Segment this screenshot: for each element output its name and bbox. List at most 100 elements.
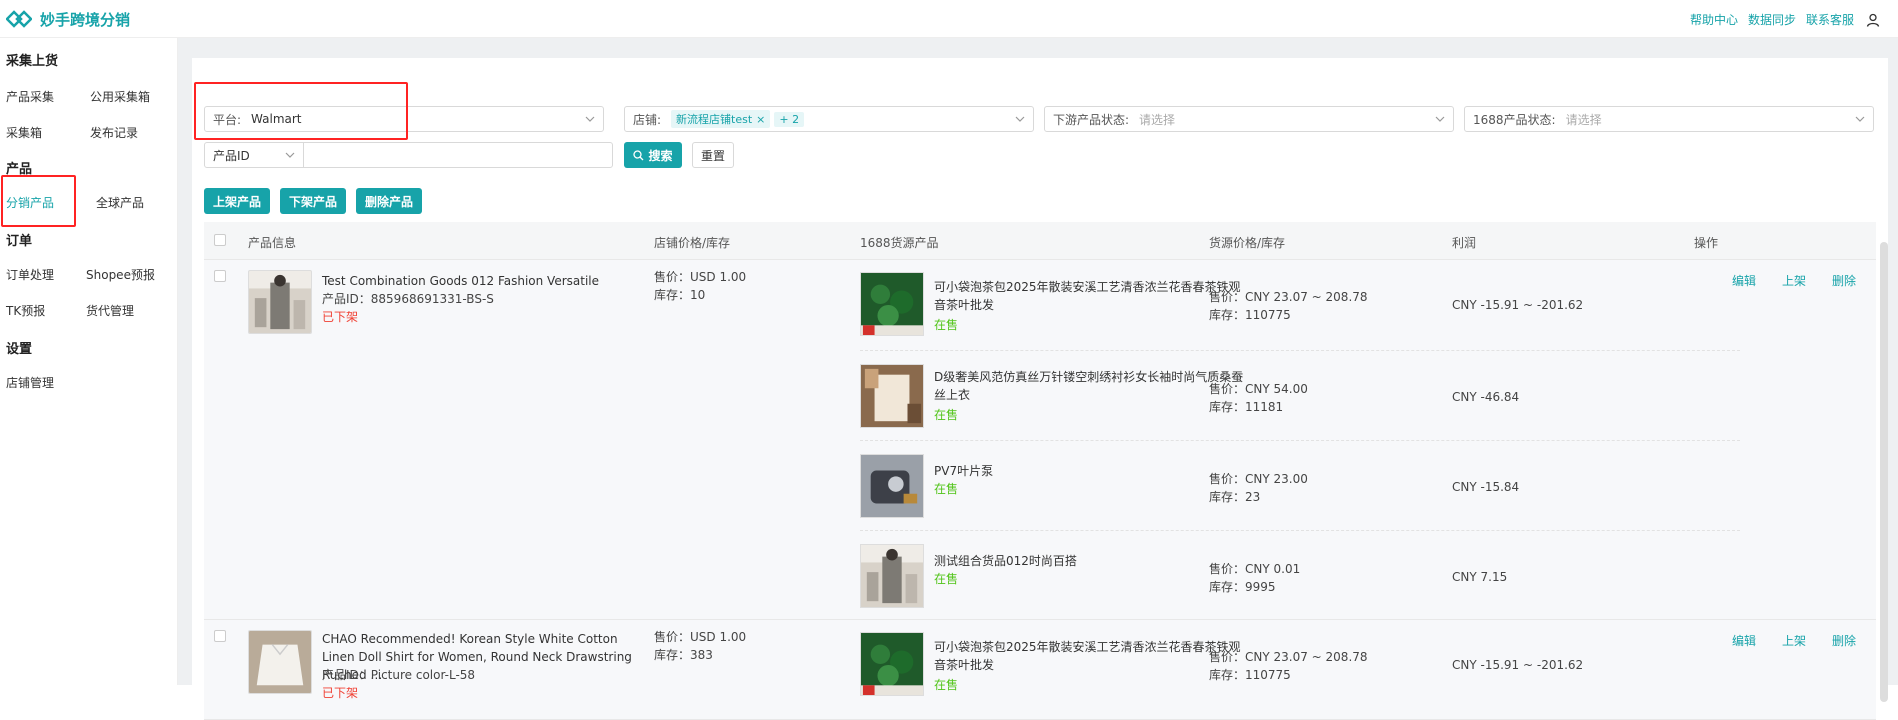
source-stock: 库存：9995 (1209, 580, 1276, 594)
downstream-status-placeholder: 请选择 (1139, 112, 1176, 127)
source-item: 可小袋泡茶包2025年散装安溪工艺清香浓兰花香春茶铁观音茶叶批发 在售 售价：C… (204, 260, 1876, 350)
help-center-link[interactable]: 帮助中心 (1690, 11, 1738, 28)
id-type-value: 产品ID (213, 148, 250, 163)
source-status: 在售 (934, 482, 959, 496)
search-button[interactable]: 搜索 (624, 142, 682, 168)
reset-button[interactable]: 重置 (692, 142, 734, 168)
sidebar-item-collect-box[interactable]: 采集箱 (6, 124, 42, 141)
list-button[interactable]: 上架 (1782, 632, 1806, 649)
source-item: 测试组合货品012时尚百搭 在售 售价：CNY 0.01 库存：9995 CNY… (204, 530, 1876, 620)
close-icon[interactable]: × (756, 113, 765, 126)
main-content: 平台: Walmart 店铺: 新流程店铺test × + 2 下游产品状态: 请… (178, 38, 1898, 720)
source-price: 售价：CNY 23.07 ~ 208.78 (1209, 650, 1368, 664)
header-product-info: 产品信息 (248, 236, 297, 250)
source-stock: 库存：23 (1209, 490, 1261, 504)
store-label: 店铺: (633, 112, 662, 127)
section-title-orders: 订单 (6, 234, 33, 249)
source-title[interactable]: 测试组合货品012时尚百搭 (934, 552, 1244, 570)
source-profit: CNY 7.15 (1452, 570, 1508, 584)
chevron-down-icon (1435, 116, 1445, 122)
source-profit: CNY -15.84 (1452, 480, 1520, 494)
table-header: 产品信息 店铺价格/库存 1688货源产品 货源价格/库存 利润 操作 (204, 222, 1876, 260)
delete-button[interactable]: 删除 (1832, 272, 1856, 289)
chevron-down-icon (585, 116, 595, 122)
source-item: 可小袋泡茶包2025年散装安溪工艺清香浓兰花香春茶铁观音茶叶批发 在售 售价：C… (204, 620, 1876, 710)
source-image (860, 272, 924, 336)
vertical-scrollbar[interactable] (1880, 242, 1888, 702)
source-price-stock: 售价：CNY 23.07 ~ 208.78 库存：110775 (1209, 288, 1368, 324)
source-image (860, 454, 924, 518)
data-sync-link[interactable]: 数据同步 (1748, 11, 1796, 28)
sidebar-item-order-processing[interactable]: 订单处理 (6, 266, 54, 283)
edit-button[interactable]: 编辑 (1732, 272, 1756, 289)
platform-select[interactable]: 平台: Walmart (204, 106, 604, 132)
sidebar-item-product-collect[interactable]: 产品采集 (6, 88, 54, 105)
header-1688-source: 1688货源产品 (860, 236, 939, 250)
sidebar-item-tk-forecast[interactable]: TK预报 (6, 302, 45, 319)
store-select[interactable]: 店铺: 新流程店铺test × + 2 (624, 106, 1034, 132)
source-item: D级奢美风范仿真丝万针镂空刺绣衬衫女长袖时尚气质桑蚕丝上衣 在售 售价：CNY … (204, 350, 1876, 440)
source-stock: 库存：110775 (1209, 308, 1291, 322)
list-products-button[interactable]: 上架产品 (204, 188, 270, 214)
source-price-stock: 售价：CNY 54.00 库存：11181 (1209, 380, 1308, 416)
platform-label: 平台: (213, 112, 242, 127)
sidebar-item-store-management[interactable]: 店铺管理 (6, 374, 54, 391)
app-logo[interactable]: 妙手跨境分销 (6, 8, 130, 30)
top-bar: 妙手跨境分销 帮助中心 数据同步 联系客服 (0, 0, 1898, 38)
source-price-stock: 售价：CNY 0.01 库存：9995 (1209, 560, 1300, 596)
id-type-select[interactable]: 产品ID (204, 142, 304, 168)
section-title-settings: 设置 (6, 342, 33, 357)
sidebar-item-public-collect-box[interactable]: 公用采集箱 (90, 88, 150, 105)
delete-button[interactable]: 删除 (1832, 632, 1856, 649)
source-status: 在售 (934, 318, 959, 332)
source-price: 售价：CNY 23.00 (1209, 472, 1308, 486)
sidebar-item-forwarder-management[interactable]: 货代管理 (86, 302, 134, 319)
sidebar: 采集上货 产品采集 公用采集箱 采集箱 发布记录 产品 分销产品 全球产品 订单… (0, 38, 178, 685)
header-store-price-stock: 店铺价格/库存 (654, 236, 731, 250)
delist-products-button[interactable]: 下架产品 (280, 188, 346, 214)
sidebar-item-global-products[interactable]: 全球产品 (96, 194, 144, 211)
source-profit: CNY -15.91 ~ -201.62 (1452, 658, 1584, 672)
source-stock: 库存：11181 (1209, 400, 1284, 414)
table-row: Test Combination Goods 012 Fashion Versa… (204, 260, 1876, 620)
source-title[interactable]: 可小袋泡茶包2025年散装安溪工艺清香浓兰花香春茶铁观音茶叶批发 (934, 638, 1244, 674)
top-links: 帮助中心 数据同步 联系客服 (1690, 11, 1880, 28)
platform-value: Walmart (251, 112, 302, 126)
chevron-down-icon (1015, 116, 1025, 122)
store-more-tag: + 2 (774, 111, 805, 127)
content-panel: 平台: Walmart 店铺: 新流程店铺test × + 2 下游产品状态: 请… (192, 58, 1888, 720)
source-price: 售价：CNY 54.00 (1209, 382, 1308, 396)
source-image (860, 364, 924, 428)
downstream-status-select[interactable]: 下游产品状态: 请选择 (1044, 106, 1454, 132)
source-stock: 库存：110775 (1209, 668, 1291, 682)
list-button[interactable]: 上架 (1782, 272, 1806, 289)
contact-support-link[interactable]: 联系客服 (1806, 11, 1854, 28)
section-title-collect: 采集上货 (6, 54, 59, 69)
store-tag[interactable]: 新流程店铺test × (671, 110, 771, 128)
sidebar-item-publish-records[interactable]: 发布记录 (90, 124, 138, 141)
section-title-product: 产品 (6, 162, 33, 177)
delete-products-button[interactable]: 删除产品 (356, 188, 422, 214)
source-title[interactable]: 可小袋泡茶包2025年散装安溪工艺清香浓兰花香春茶铁观音茶叶批发 (934, 278, 1244, 314)
sidebar-item-distribution-products[interactable]: 分销产品 (6, 194, 54, 211)
source-price: 售价：CNY 0.01 (1209, 562, 1301, 576)
status-1688-select[interactable]: 1688产品状态: 请选择 (1464, 106, 1874, 132)
id-search-input[interactable] (303, 142, 613, 168)
sidebar-item-shopee-forecast[interactable]: Shopee预报 (86, 266, 155, 283)
source-profit: CNY -46.84 (1452, 390, 1520, 404)
chevron-down-icon (285, 152, 295, 158)
edit-button[interactable]: 编辑 (1732, 632, 1756, 649)
source-title[interactable]: PV7叶片泵 (934, 462, 1244, 480)
source-profit: CNY -15.91 ~ -201.62 (1452, 298, 1584, 312)
source-image (860, 544, 924, 608)
source-price: 售价：CNY 23.07 ~ 208.78 (1209, 290, 1368, 304)
status-1688-label: 1688产品状态: (1473, 112, 1556, 127)
source-title[interactable]: D级奢美风范仿真丝万针镂空刺绣衬衫女长袖时尚气质桑蚕丝上衣 (934, 368, 1244, 404)
header-operations: 操作 (1694, 236, 1719, 250)
header-profit: 利润 (1452, 236, 1477, 250)
source-status: 在售 (934, 572, 959, 586)
user-icon[interactable] (1866, 13, 1880, 27)
select-all-checkbox[interactable] (214, 234, 226, 246)
status-1688-placeholder: 请选择 (1565, 112, 1602, 127)
source-image (860, 632, 924, 696)
